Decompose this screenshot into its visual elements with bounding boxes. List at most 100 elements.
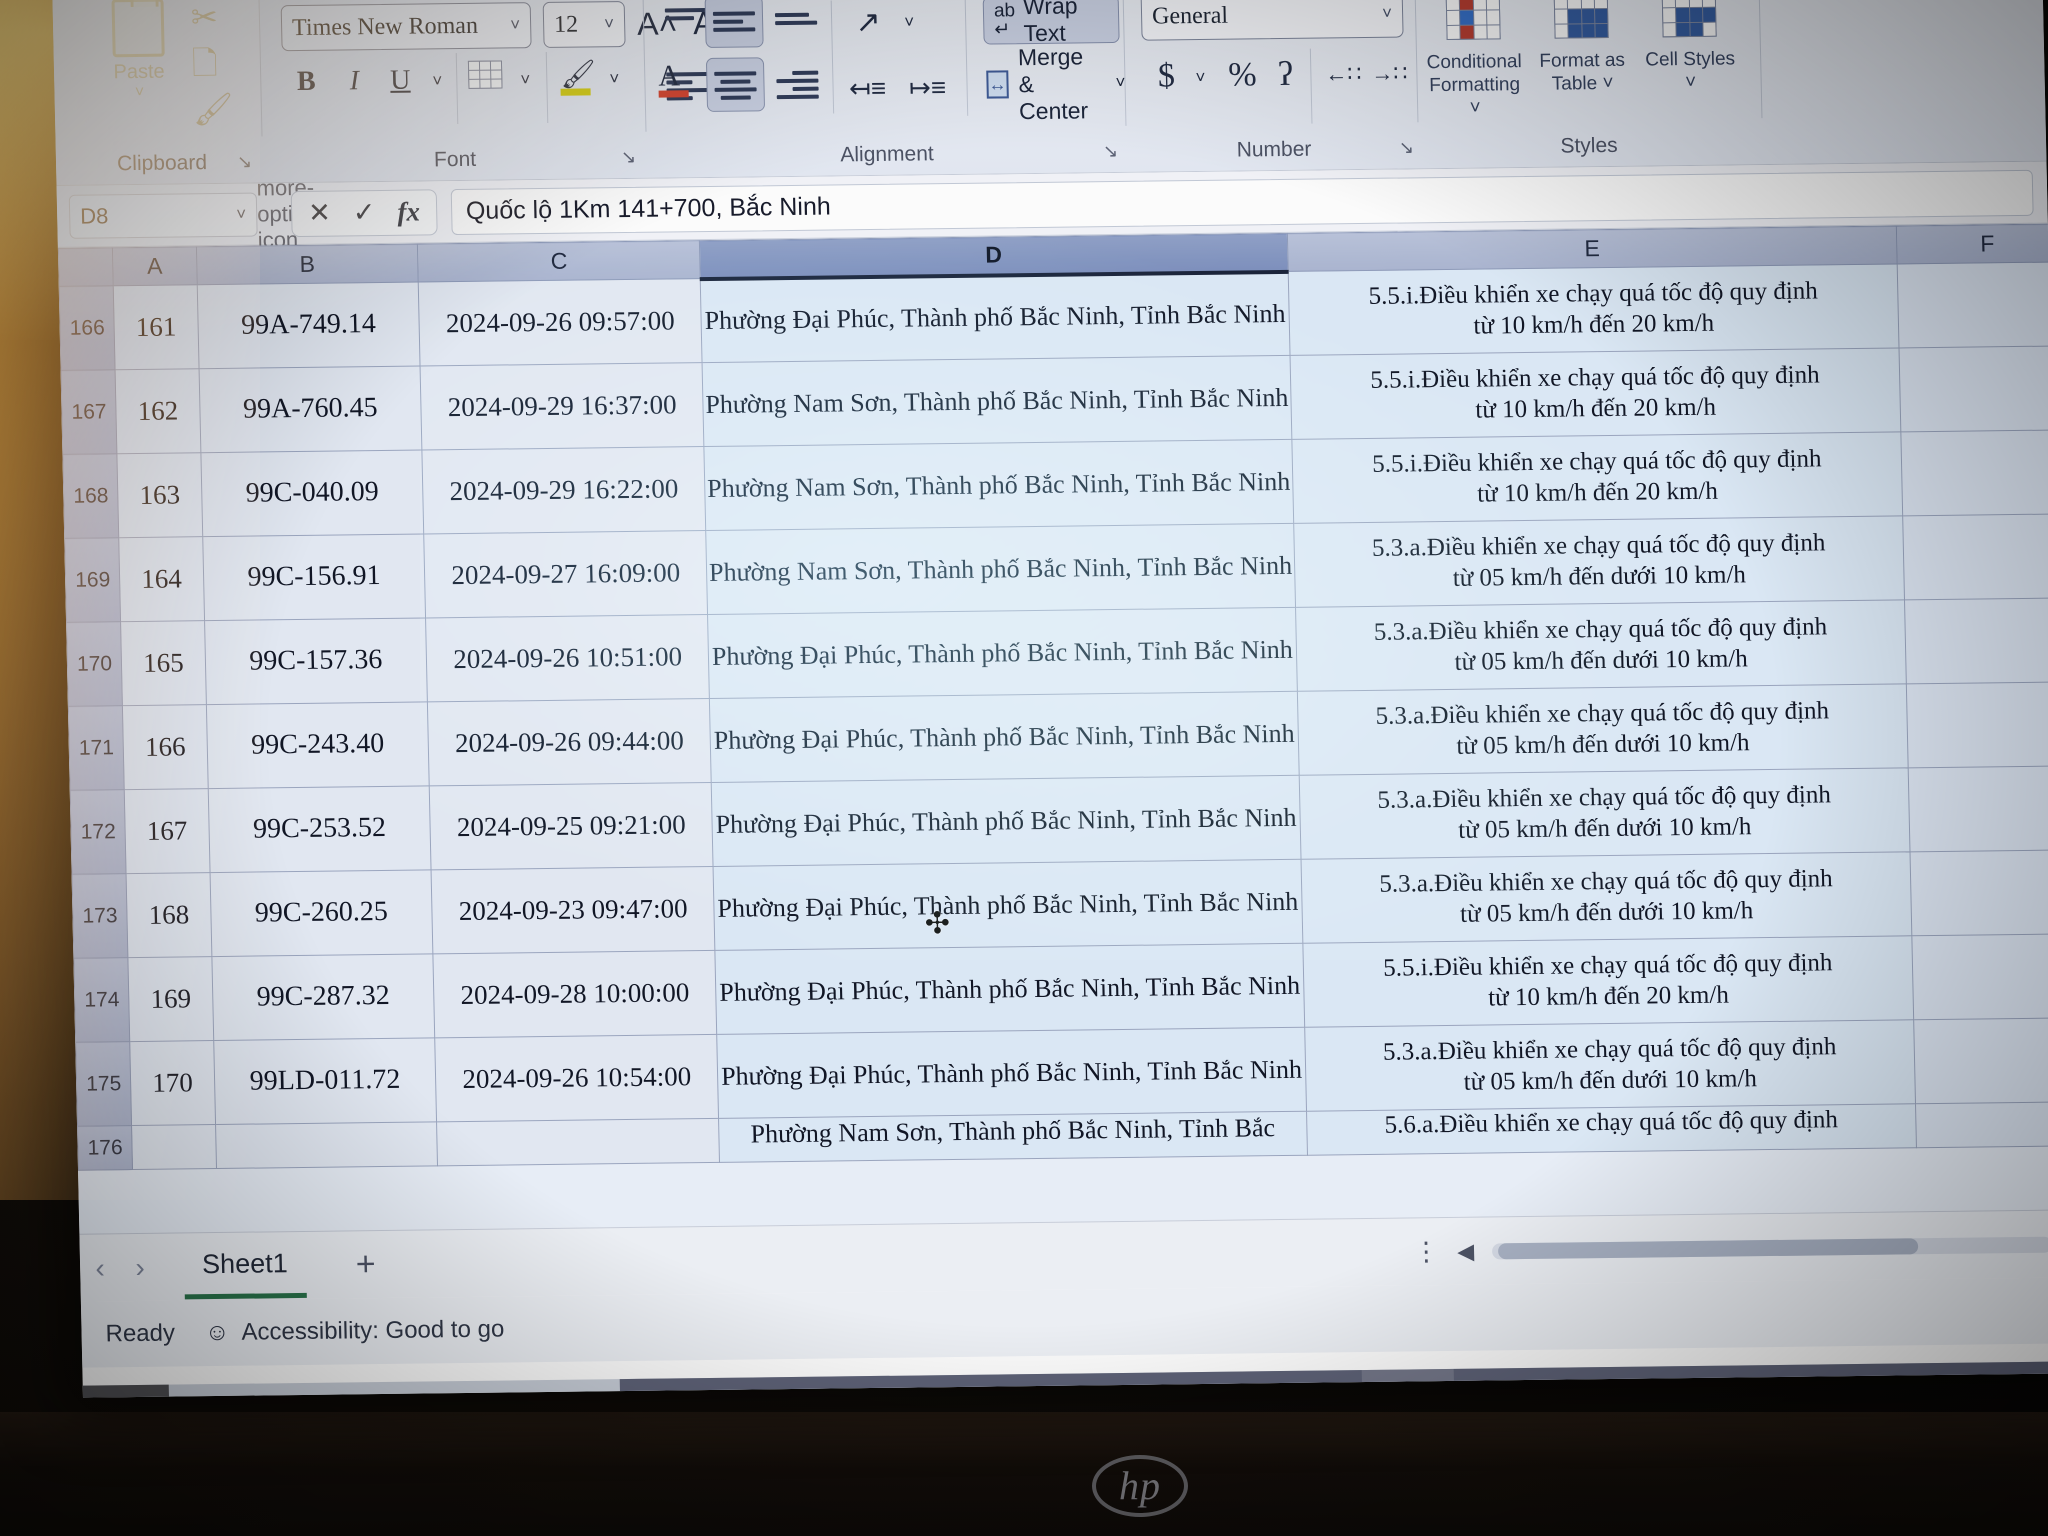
cell-f[interactable] [1899, 345, 2048, 432]
font-dialog-launcher[interactable]: ↘ [621, 147, 637, 168]
cell-e[interactable]: 5.5.i.Điều khiển xe chạy quá tốc độ quy … [1287, 263, 1900, 356]
cell-a[interactable]: 163 [117, 452, 203, 538]
ccleaner-icon[interactable] [1270, 1370, 1364, 1398]
formula-input[interactable]: Quốc lộ 1Km 141+700, Bắc Ninh [450, 169, 2034, 235]
cell-f[interactable] [1902, 513, 2048, 600]
cell-b[interactable]: 99C-260.25 [209, 869, 433, 957]
cell-c[interactable]: 2024-09-26 10:54:00 [434, 1034, 719, 1122]
row-header[interactable]: 171 [68, 705, 125, 791]
cell-e[interactable]: 5.3.a.Điều khiển xe chạy quá tốc độ quy … [1293, 515, 1905, 608]
row-header[interactable]: 169 [64, 537, 121, 623]
increase-indent-icon[interactable]: ↦≡ [902, 67, 953, 108]
paste-button[interactable]: Paste ˅ [98, 0, 178, 102]
sheet-tab-sheet1[interactable]: Sheet1 [183, 1233, 307, 1299]
name-box[interactable]: D8 ˅ [68, 192, 258, 239]
google-chrome-icon[interactable] [1178, 1371, 1272, 1398]
confirm-icon[interactable]: ✓ [352, 197, 375, 228]
cell-e[interactable]: 5.5.i.Điều khiển xe chạy quá tốc độ quy … [1302, 935, 1914, 1028]
merge-center-button[interactable]: ↔ Merge & Center ˅ [986, 43, 1126, 124]
chevron-down-icon[interactable]: ˅ [602, 65, 627, 93]
cell-b[interactable]: 99C-156.91 [202, 533, 426, 621]
cell-d[interactable]: Phường Đại Phúc, Thành phố Bắc Ninh, Tỉn… [711, 775, 1301, 867]
cell-e[interactable]: 5.3.a.Điều khiển xe chạy quá tốc độ quy … [1295, 599, 1907, 692]
format-as-table-button[interactable]: Format as Table ˅ [1529, 0, 1635, 96]
cell-a[interactable]: 168 [126, 872, 212, 958]
column-header-b[interactable]: B [196, 244, 419, 285]
cell-c[interactable]: 2024-09-26 09:57:00 [418, 278, 703, 367]
previous-sheet-button[interactable]: ‹ [80, 1252, 121, 1284]
cell-d[interactable]: Phường Nam Sơn, Thành phố Bắc Ninh, Tỉnh… [704, 439, 1294, 531]
row-header[interactable]: 166 [59, 285, 116, 371]
clipboard-dialog-launcher[interactable]: ↘ [237, 152, 253, 173]
cell-e[interactable]: 5.3.a.Điều khiển xe chạy quá tốc độ quy … [1298, 767, 1911, 860]
row-header[interactable]: 172 [70, 789, 127, 875]
chevron-down-icon[interactable]: ˅ [424, 67, 451, 95]
increase-decimal-icon[interactable]: ←∷ [1322, 54, 1365, 95]
italic-button[interactable]: I [334, 60, 375, 102]
microsoft-word-icon[interactable]: W [1086, 1372, 1180, 1398]
cell-e[interactable]: 5.6.a.Điều khiển xe chạy quá tốc độ quy … [1306, 1103, 1917, 1156]
cell-e[interactable]: 5.5.i.Điều khiển xe chạy quá tốc độ quy … [1291, 431, 1903, 524]
copy-icon[interactable]: 🗋 [191, 40, 252, 87]
scroll-left-icon[interactable]: ◀ [1457, 1238, 1474, 1264]
comma-format-button[interactable]: ʔ [1268, 53, 1303, 97]
accounting-format-button[interactable]: $ [1148, 54, 1185, 98]
borders-icon[interactable] [467, 60, 503, 89]
cell-c[interactable]: 2024-09-26 10:51:00 [425, 614, 710, 702]
cell-c[interactable]: 2024-09-25 09:21:00 [429, 782, 714, 870]
align-top-button[interactable] [664, 4, 708, 39]
alignment-dialog-launcher[interactable]: ↘ [1103, 141, 1119, 162]
cell-f[interactable] [1908, 765, 2048, 852]
row-header[interactable]: 173 [72, 873, 129, 959]
microsoft-excel-icon[interactable]: X [1362, 1368, 1457, 1398]
task-view-icon[interactable]: ◫ [626, 1378, 720, 1398]
column-header-c[interactable]: C [417, 240, 701, 283]
chevron-down-icon[interactable]: ˅ [512, 66, 539, 94]
cell-b[interactable]: 99A-760.45 [198, 366, 422, 453]
cell-d[interactable]: Phường Đại Phúc, Thành phố Bắc Ninh, Tỉn… [700, 271, 1290, 363]
scrollbar-thumb[interactable] [1497, 1237, 1919, 1259]
cell-b[interactable]: 99A-749.14 [196, 282, 421, 369]
font-color-icon[interactable]: A [658, 59, 689, 98]
cell-b[interactable] [215, 1121, 438, 1169]
accessibility-status[interactable]: ☺ Accessibility: Good to go [205, 1316, 505, 1348]
cell-a[interactable]: 167 [124, 788, 210, 874]
row-header[interactable]: 168 [62, 453, 119, 539]
cell-d[interactable]: Phường Nam Sơn, Thành phố Bắc Ninh, Tỉnh… [718, 1111, 1307, 1163]
cell-d[interactable]: Phường Đại Phúc, Thành phố Bắc Ninh, Tỉn… [715, 943, 1305, 1035]
cell-d[interactable]: Phường Đại Phúc, Thành phố Bắc Ninh, Tỉn… [713, 859, 1303, 951]
cell-c[interactable]: 2024-09-27 16:09:00 [423, 530, 708, 618]
zalo-icon[interactable] [994, 1373, 1088, 1398]
cell-d[interactable]: Phường Nam Sơn, Thành phố Bắc Ninh, Tỉnh… [706, 523, 1296, 615]
cell-d[interactable]: Phường Nam Sơn, Thành phố Bắc Ninh, Tỉnh… [702, 355, 1292, 447]
cell-f[interactable] [1901, 429, 2048, 516]
column-header-a[interactable]: A [112, 246, 197, 286]
cell-f[interactable] [1913, 1017, 2048, 1104]
cell-e[interactable]: 5.3.a.Điều khiển xe chạy quá tốc độ quy … [1296, 683, 1909, 776]
row-header[interactable]: 170 [66, 621, 123, 707]
number-format-combo[interactable]: General ˅ [1140, 0, 1404, 41]
cell-f[interactable] [1897, 261, 2048, 348]
insert-function-icon[interactable]: fx [397, 197, 420, 228]
select-all-corner[interactable] [58, 247, 114, 287]
more-options-icon[interactable]: more-options-icon [256, 174, 335, 253]
cell-b[interactable]: 99C-243.40 [206, 701, 430, 789]
cell-b[interactable]: 99C-287.32 [211, 953, 435, 1041]
cell-c[interactable]: 2024-09-28 10:00:00 [432, 950, 718, 1038]
cell-f[interactable] [1904, 597, 2048, 684]
cell-b[interactable]: 99C-040.09 [200, 449, 424, 537]
cancel-icon[interactable]: ✕ [308, 198, 331, 229]
scissors-icon[interactable]: ✂ [190, 0, 251, 40]
file-explorer-icon[interactable] [810, 1376, 904, 1398]
column-header-f[interactable]: F [1896, 223, 2048, 264]
cell-f[interactable] [1906, 681, 2048, 768]
horizontal-scrollbar[interactable] [1491, 1236, 2048, 1259]
cell-a[interactable]: 166 [122, 704, 208, 790]
underline-button[interactable]: U [380, 60, 421, 102]
unikey-icon[interactable]: V [902, 1375, 996, 1398]
cell-f[interactable] [1910, 849, 2048, 936]
spreadsheet-grid[interactable]: A B C D E F 166 161 99A-749.14 2024-09-2… [57, 223, 2048, 1234]
add-sheet-button[interactable]: + [355, 1245, 376, 1284]
format-painter-icon[interactable]: 🖌 [192, 86, 253, 133]
chevron-down-icon[interactable]: ˅ [897, 9, 922, 35]
